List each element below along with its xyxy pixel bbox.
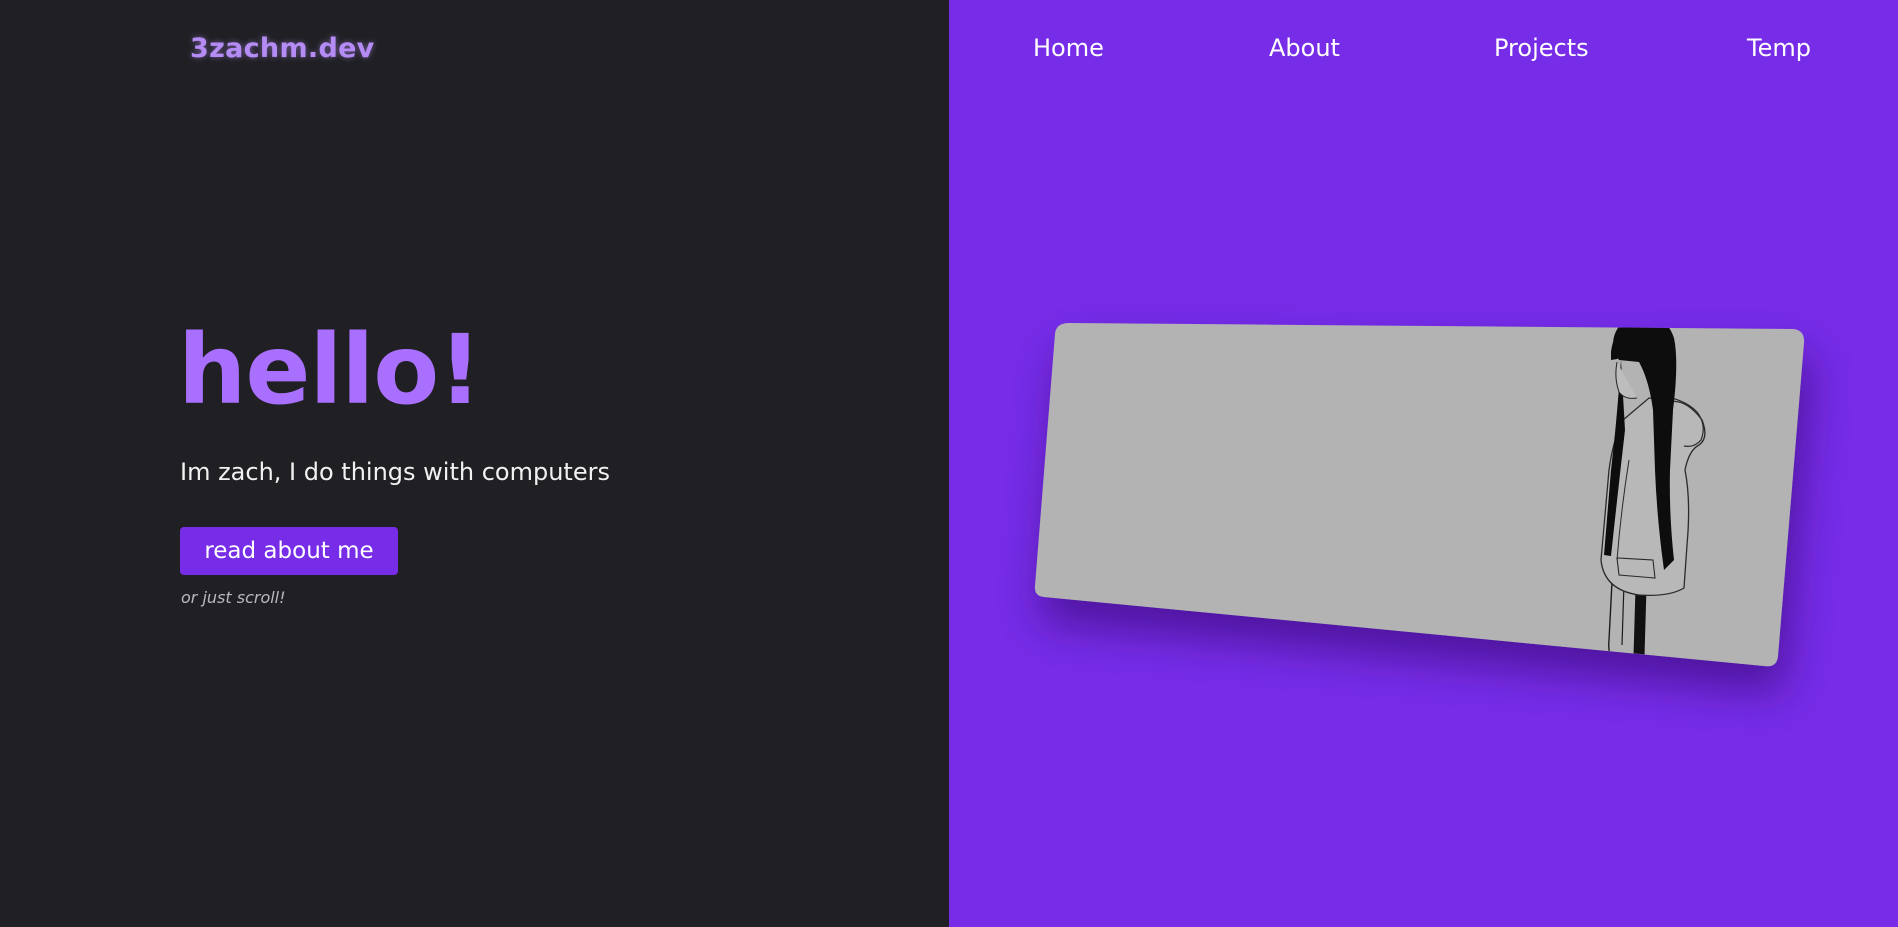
right-panel: Home About Projects Temp (949, 0, 1898, 927)
page: 3zachm.dev hello! Im zach, I do things w… (0, 0, 1898, 927)
hero-image-card (949, 0, 1898, 927)
anime-girl-illustration-icon (1034, 323, 1805, 667)
hero-title: hello! (178, 314, 482, 426)
left-panel: 3zachm.dev hello! Im zach, I do things w… (0, 0, 949, 927)
scroll-hint: or just scroll! (181, 588, 286, 607)
hero-subtitle: Im zach, I do things with computers (180, 458, 610, 486)
site-logo[interactable]: 3zachm.dev (190, 33, 375, 64)
read-about-me-button[interactable]: read about me (180, 527, 398, 575)
